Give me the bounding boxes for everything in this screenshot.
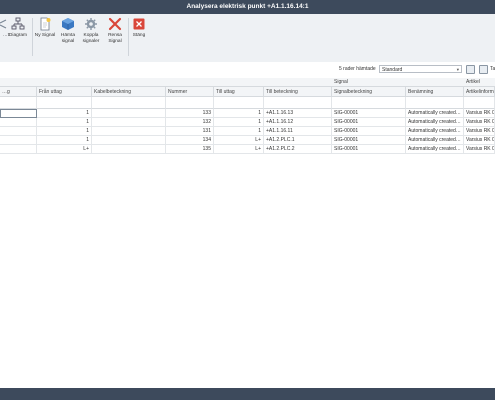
table-cell[interactable]: Automatically created… [406, 145, 464, 154]
group-header-signal: Signal [332, 78, 464, 87]
group-header-artikel: Artikel [464, 78, 495, 87]
chevron-down-icon: ▾ [456, 67, 459, 72]
fetch-signal-button-label: Hämta signal [60, 33, 76, 44]
ribbon: …t Diagram Ny Signal Hämta signal Koppla… [0, 14, 495, 63]
column-header[interactable]: Kabelbeteckning [92, 87, 166, 97]
connect-signals-button[interactable]: Koppla signaler [80, 17, 102, 44]
table-cell[interactable]: +A1.2.PLC.1 [264, 136, 332, 145]
table-cell[interactable]: 1 [214, 118, 264, 127]
column-header[interactable]: Signalbeteckning [332, 87, 406, 97]
table-cell[interactable]: L+ [214, 136, 264, 145]
rows-fetched-label: 5 rader hämtade [339, 66, 376, 72]
new-signal-icon [40, 17, 51, 31]
fetch-signal-icon [62, 18, 74, 30]
column-header[interactable]: Från uttag [37, 87, 92, 97]
table-cell[interactable]: 131 [166, 127, 214, 136]
table-cell[interactable]: Varsius RK 0, [464, 127, 495, 136]
filter-cell[interactable] [264, 97, 332, 109]
filter-cell[interactable] [37, 97, 92, 109]
layout-select[interactable]: Standard ▾ [379, 65, 462, 73]
close-button[interactable]: Stäng [130, 17, 148, 39]
table-cell[interactable] [0, 127, 37, 136]
table-cell[interactable]: Varsius RK 0, [464, 109, 495, 118]
table-cell[interactable]: +A1.2.PLC.2 [264, 145, 332, 154]
table-icon[interactable] [479, 65, 488, 74]
table-cell[interactable]: 133 [166, 109, 214, 118]
table-cell[interactable]: 135 [166, 145, 214, 154]
diagram-button-label: Diagram [8, 33, 28, 38]
table-cell[interactable]: SIG-00001 [332, 136, 406, 145]
clear-signal-icon [108, 17, 122, 31]
close-button-label: Stäng [132, 33, 146, 38]
table-cell[interactable] [0, 136, 37, 145]
filter-cell[interactable] [166, 97, 214, 109]
new-signal-button[interactable]: Ny Signal [34, 17, 56, 39]
table-cell[interactable]: Varsius RK 0, [464, 118, 495, 127]
column-header[interactable]: Artikelinformati… [464, 87, 495, 97]
filter-cell[interactable] [214, 97, 264, 109]
table-cell[interactable]: 1 [37, 136, 92, 145]
diagram-icon [11, 17, 25, 30]
table-cell[interactable]: 134 [166, 136, 214, 145]
filter-cell[interactable] [464, 97, 495, 109]
table-cell[interactable]: +A1.1.16.12 [264, 118, 332, 127]
table-cell[interactable]: Automatically created… [406, 118, 464, 127]
layout-select-value: Standard [382, 67, 403, 73]
table-cell[interactable]: L+ [214, 145, 264, 154]
grid-settings-icon[interactable] [466, 65, 475, 74]
table-cell[interactable]: 1 [37, 118, 92, 127]
ribbon-separator [32, 18, 33, 56]
table-cell[interactable]: 1 [214, 109, 264, 118]
table-cell[interactable] [92, 109, 166, 118]
table-label: Ta [490, 66, 495, 72]
table-cell[interactable]: 132 [166, 118, 214, 127]
table-cell[interactable]: +A1.1.16.11 [264, 127, 332, 136]
table-cell[interactable]: 1 [214, 127, 264, 136]
group-header-empty [0, 78, 332, 87]
table-cell[interactable]: Automatically created… [406, 109, 464, 118]
ribbon-separator [128, 18, 129, 56]
column-header[interactable]: Till uttag [214, 87, 264, 97]
column-header[interactable]: Till beteckning [264, 87, 332, 97]
table-cell[interactable] [92, 118, 166, 127]
table-cell[interactable]: SIG-00001 [332, 127, 406, 136]
filter-cell[interactable] [332, 97, 406, 109]
close-icon [133, 18, 145, 30]
window-title: Analysera elektrisk punkt +A1.1.16.14:1 [0, 0, 495, 14]
filter-cell[interactable] [0, 97, 37, 109]
column-header[interactable]: Nummer [166, 87, 214, 97]
filter-cell[interactable] [92, 97, 166, 109]
table-cell[interactable]: Automatically created… [406, 127, 464, 136]
table-cell[interactable]: SIG-00001 [332, 145, 406, 154]
table-cell-selected[interactable] [0, 109, 37, 118]
table-cell[interactable]: Varsius RK 0, [464, 136, 495, 145]
column-header[interactable]: Benämning [406, 87, 464, 97]
clear-signal-button[interactable]: Rensa Signal [104, 17, 126, 44]
connect-signals-button-label: Koppla signaler [82, 33, 100, 44]
fetch-signal-button[interactable]: Hämta signal [58, 17, 78, 44]
diagram-button[interactable]: Diagram [6, 17, 30, 39]
clear-signal-button-label: Rensa Signal [108, 33, 122, 44]
filter-cell[interactable] [406, 97, 464, 109]
column-header[interactable]: …g [0, 87, 37, 97]
new-signal-button-label: Ny Signal [34, 33, 56, 38]
table-cell[interactable]: SIG-00001 [332, 109, 406, 118]
table-cell[interactable] [0, 118, 37, 127]
table-cell[interactable] [0, 145, 37, 154]
table-cell[interactable]: 1 [37, 109, 92, 118]
table-cell[interactable]: Varsius RK 0, [464, 145, 495, 154]
table-cell[interactable]: L+ [37, 145, 92, 154]
table-cell[interactable] [92, 136, 166, 145]
table-cell[interactable]: 1 [37, 127, 92, 136]
connect-signals-icon [85, 18, 97, 30]
table-cell[interactable]: SIG-00001 [332, 118, 406, 127]
table-cell[interactable]: Automatically created… [406, 136, 464, 145]
status-bar [0, 388, 495, 400]
table-cell[interactable] [92, 127, 166, 136]
table-cell[interactable]: +A1.1.16.13 [264, 109, 332, 118]
table-cell[interactable] [92, 145, 166, 154]
